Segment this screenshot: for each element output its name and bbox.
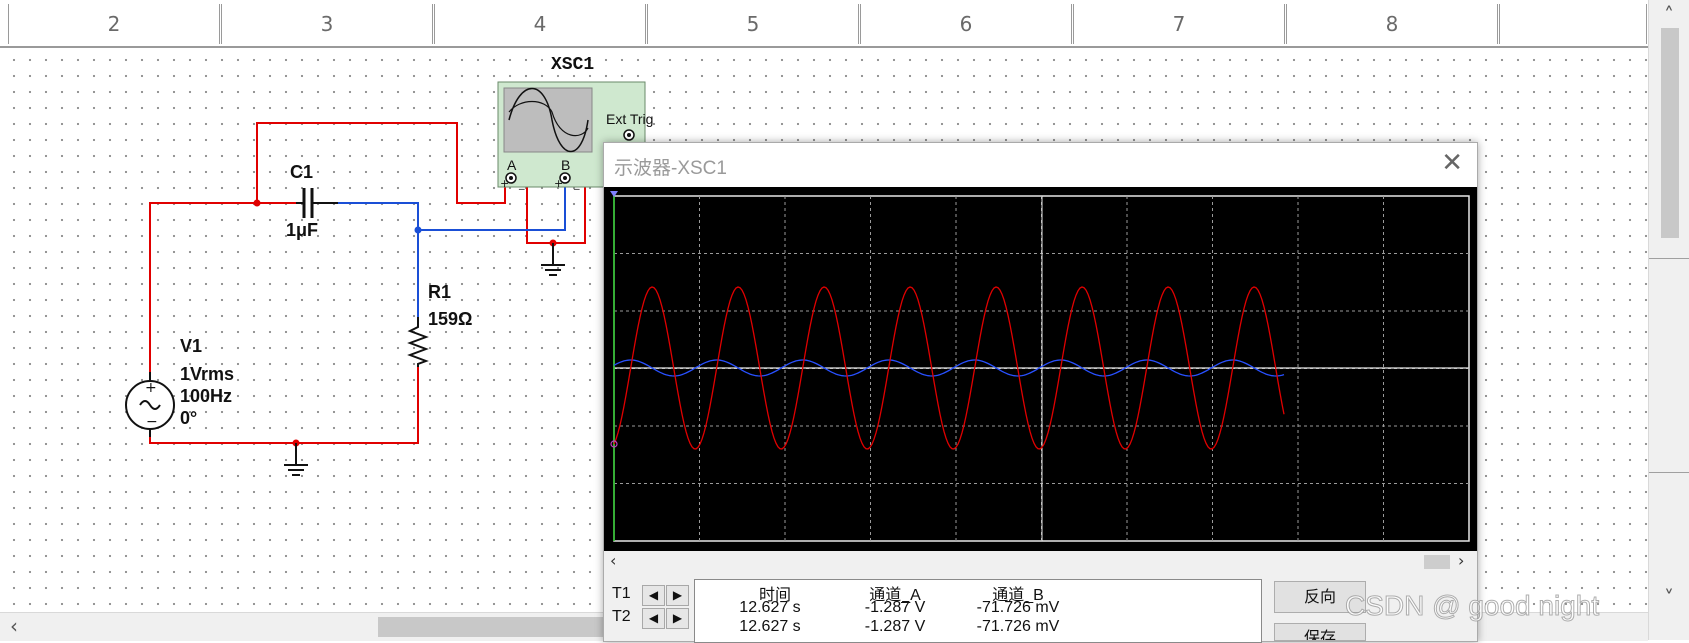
readout-table: 时间 通道_A 通道_B 12.627 s -1.287 V -71.726 m… — [694, 579, 1262, 643]
scroll-down-icon[interactable]: ˅ — [1659, 585, 1679, 611]
source-phase-label: 0° — [180, 408, 198, 428]
svg-text:_: _ — [518, 177, 525, 190]
t2-left-arrow-icon[interactable]: ◀ — [642, 608, 665, 629]
t1-left-arrow-icon[interactable]: ◀ — [642, 585, 665, 606]
vertical-ruler-mark — [1649, 472, 1689, 473]
ground-icon — [541, 243, 565, 276]
t1-right-arrow-icon[interactable]: ▶ — [666, 585, 689, 606]
capacitor-name-label: C1 — [290, 162, 314, 182]
ext-trig-label: Ext Trig — [606, 111, 654, 127]
scroll-up-icon[interactable]: ˄ — [1659, 2, 1679, 28]
watermark: CSDN @ good night — [1344, 590, 1600, 622]
svg-text:+: + — [554, 177, 563, 190]
source-name-label: V1 — [180, 336, 203, 356]
t2-time-value: 12.627 s — [739, 618, 801, 635]
instrument-name-label: XSC1 — [551, 55, 595, 75]
svg-text:_: _ — [573, 177, 580, 190]
source-frequency-label: 100Hz — [180, 386, 233, 406]
t1-label: T1 — [612, 585, 631, 602]
ac-source-symbol[interactable]: + − — [125, 372, 175, 437]
junction-dot — [253, 199, 261, 207]
oscilloscope-titlebar[interactable]: 示波器-XSC1 ✕ — [604, 143, 1477, 187]
t2-right-arrow-icon[interactable]: ▶ — [666, 608, 689, 629]
svg-text:−: − — [146, 414, 158, 430]
resistor-value-label: 159Ω — [428, 309, 473, 329]
ground-icon — [284, 443, 308, 476]
blue-wires — [338, 187, 566, 317]
svg-text:+: + — [145, 380, 157, 396]
channel-b-label: B — [561, 157, 571, 173]
t1-channel-a-value: -1.287 V — [864, 599, 926, 616]
scroll-right-icon[interactable]: › — [1458, 551, 1464, 570]
save-button[interactable]: 保存 — [1274, 623, 1366, 641]
close-icon[interactable]: ✕ — [1441, 149, 1463, 177]
vertical-scroll-thumb[interactable] — [1661, 28, 1679, 238]
resistor-name-label: R1 — [428, 282, 452, 302]
vertical-scrollbar[interactable]: ˄ ˅ — [1648, 0, 1689, 640]
capacitor-value-label: 1μF — [286, 220, 319, 240]
source-amplitude-label: 1Vrms — [180, 364, 235, 384]
scope-horizontal-scrollbar[interactable]: ‹ › — [604, 551, 1477, 571]
t2-label: T2 — [612, 608, 631, 625]
t1-channel-b-value: -71.726 mV — [976, 599, 1060, 616]
t2-channel-a-value: -1.287 V — [864, 618, 926, 635]
scope-scroll-thumb[interactable] — [1424, 555, 1450, 569]
vertical-ruler-mark — [1649, 258, 1689, 259]
channel-a-label: A — [507, 157, 517, 173]
t2-channel-b-value: -71.726 mV — [976, 618, 1060, 635]
t1-time-value: 12.627 s — [739, 599, 801, 616]
junction-dot — [414, 226, 422, 234]
capacitor-symbol[interactable] — [296, 188, 338, 218]
resistor-symbol[interactable] — [407, 317, 429, 367]
scroll-left-icon[interactable]: ‹ — [610, 551, 616, 570]
horizontal-scroll-thumb[interactable] — [378, 617, 628, 637]
oscilloscope-screen — [604, 187, 1477, 551]
svg-text:+: + — [500, 177, 509, 190]
oscilloscope-title: 示波器-XSC1 — [614, 158, 727, 179]
scroll-left-icon[interactable]: ‹ — [4, 613, 24, 639]
oscilloscope-window[interactable]: 示波器-XSC1 ✕ ‹ › T1 T2 ◀ ▶ ◀ ▶ 时间 通道_A 通道_… — [603, 142, 1478, 643]
